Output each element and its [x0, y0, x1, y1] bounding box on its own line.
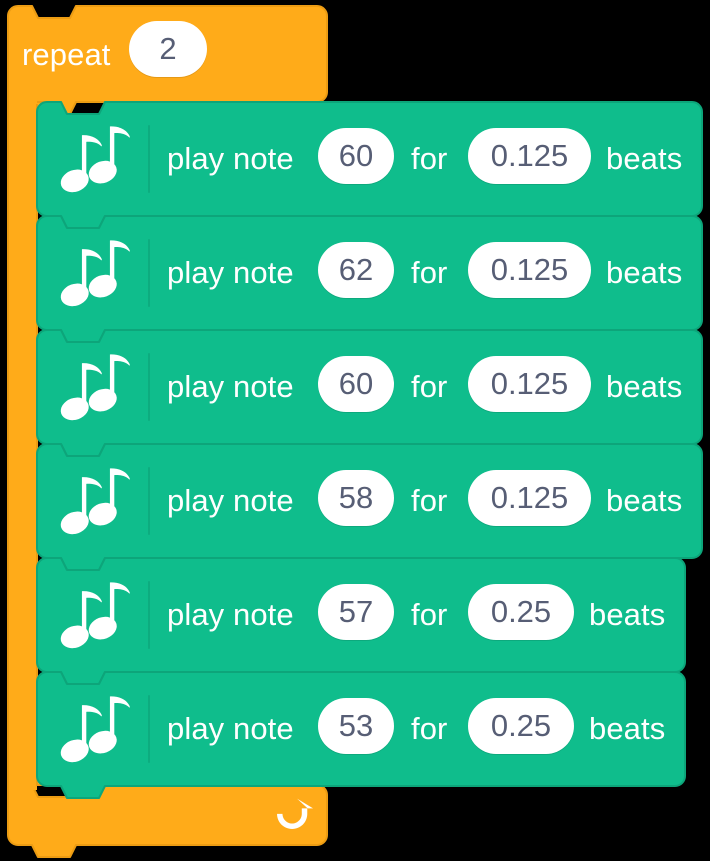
note-input[interactable]: 57	[318, 584, 394, 640]
note-input[interactable]: 60	[318, 356, 394, 412]
music-notes-icon	[60, 126, 130, 193]
block-divider	[148, 467, 150, 535]
play-note-label: play note	[167, 255, 294, 290]
loop-arrow-icon	[277, 798, 314, 830]
block-divider	[148, 353, 150, 421]
play-note-label: play note	[167, 483, 294, 518]
music-notes-icon	[60, 696, 130, 763]
play-note-label: play note	[167, 369, 294, 404]
for-label: for	[411, 711, 448, 746]
beats-label: beats	[606, 141, 683, 176]
beats-label: beats	[589, 597, 666, 632]
beats-input[interactable]: 0.125	[468, 356, 591, 412]
music-notes-icon	[60, 354, 130, 421]
for-label: for	[411, 141, 448, 176]
play-note-label: play note	[167, 597, 294, 632]
block-divider	[148, 239, 150, 307]
beats-input[interactable]: 0.125	[468, 470, 591, 526]
play-note-label: play note	[167, 141, 294, 176]
for-label: for	[411, 597, 448, 632]
block-divider	[148, 695, 150, 763]
note-input[interactable]: 53	[318, 698, 394, 754]
beats-input[interactable]: 0.25	[468, 698, 574, 754]
for-label: for	[411, 255, 448, 290]
block-content-layer: repeat 2 play note 60 for 0.125 beats pl…	[0, 0, 710, 861]
for-label: for	[411, 483, 448, 518]
play-note-label: play note	[167, 711, 294, 746]
note-input[interactable]: 60	[318, 128, 394, 184]
block-divider	[148, 125, 150, 193]
beats-input[interactable]: 0.125	[468, 128, 591, 184]
for-label: for	[411, 369, 448, 404]
scratch-block-canvas: repeat 2 play note 60 for 0.125 beats pl…	[0, 0, 710, 861]
note-input[interactable]: 62	[318, 242, 394, 298]
music-notes-icon	[60, 468, 130, 535]
beats-label: beats	[606, 369, 683, 404]
block-divider	[148, 581, 150, 649]
note-input[interactable]: 58	[318, 470, 394, 526]
beats-label: beats	[606, 483, 683, 518]
music-notes-icon	[60, 582, 130, 649]
beats-input[interactable]: 0.125	[468, 242, 591, 298]
beats-input[interactable]: 0.25	[468, 584, 574, 640]
music-notes-icon	[60, 240, 130, 307]
beats-label: beats	[606, 255, 683, 290]
beats-label: beats	[589, 711, 666, 746]
repeat-label: repeat	[22, 37, 111, 72]
repeat-times-input[interactable]: 2	[129, 21, 207, 77]
